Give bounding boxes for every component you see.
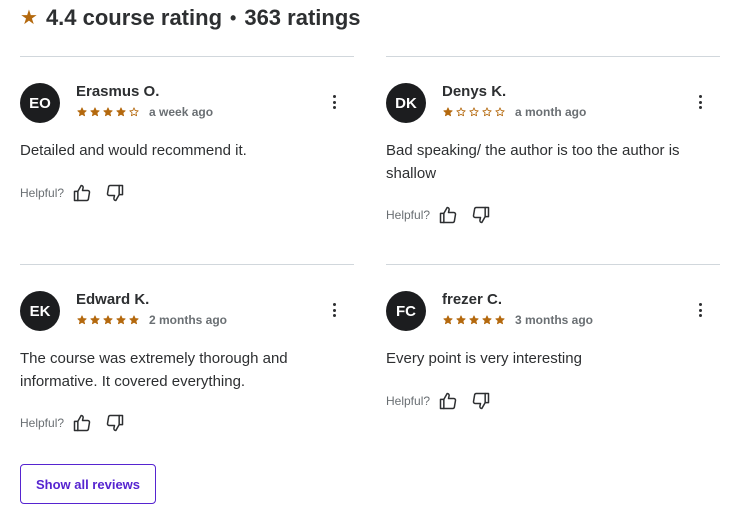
review-date: a week ago bbox=[149, 105, 214, 119]
star-filled-icon bbox=[103, 315, 113, 325]
rating-star-icon: ★ bbox=[20, 7, 38, 29]
helpful-label: Helpful? bbox=[20, 186, 65, 200]
more-options-icon[interactable] bbox=[694, 93, 706, 111]
star-filled-icon bbox=[469, 315, 479, 325]
review-rating-row: a month ago bbox=[443, 105, 586, 119]
helpful-label: Helpful? bbox=[386, 208, 431, 222]
review-card: FC frezer C. 3 months ago Every point is… bbox=[386, 264, 720, 455]
helpful-row: Helpful? bbox=[20, 183, 125, 203]
ratings-count-text: 363 ratings bbox=[244, 5, 361, 30]
star-empty-icon bbox=[456, 107, 466, 117]
star-empty-icon bbox=[482, 107, 492, 117]
star-filled-icon bbox=[77, 315, 87, 325]
separator-dot: • bbox=[230, 7, 237, 28]
review-date: 2 months ago bbox=[149, 313, 228, 327]
review-rating-row: a week ago bbox=[77, 105, 213, 119]
review-card: EK Edward K. 2 months ago The course was… bbox=[20, 264, 354, 455]
star-rating bbox=[77, 315, 139, 325]
avatar: EK bbox=[20, 291, 60, 331]
review-text: Every point is very interesting bbox=[386, 350, 582, 367]
star-rating bbox=[443, 107, 505, 117]
avatar: EO bbox=[20, 83, 60, 123]
thumbs-down-icon[interactable] bbox=[105, 183, 125, 203]
review-date: 3 months ago bbox=[515, 313, 594, 327]
review-text: Bad speaking/ the author is too the auth… bbox=[386, 142, 680, 182]
star-filled-icon bbox=[116, 107, 126, 117]
star-filled-icon bbox=[129, 315, 139, 325]
star-filled-icon bbox=[90, 315, 100, 325]
course-rating-text: 4.4 course rating bbox=[45, 5, 223, 30]
star-filled-icon bbox=[443, 107, 453, 117]
thumbs-down-icon[interactable] bbox=[471, 205, 491, 225]
reviewer-name: Edward K. bbox=[76, 291, 150, 308]
review-rating-row: 2 months ago bbox=[77, 313, 227, 327]
avatar: FC bbox=[386, 291, 426, 331]
star-empty-icon bbox=[129, 107, 139, 117]
review-text: Detailed and would recommend it. bbox=[20, 142, 247, 159]
star-empty-icon bbox=[469, 107, 479, 117]
star-filled-icon bbox=[90, 107, 100, 117]
review-card: DK Denys K. a month ago Bad speaking/ th… bbox=[386, 56, 720, 265]
avatar: DK bbox=[386, 83, 426, 123]
review-card: EO Erasmus O. a week ago Detailed and wo… bbox=[20, 56, 354, 265]
helpful-label: Helpful? bbox=[20, 416, 65, 430]
thumbs-up-icon[interactable] bbox=[72, 413, 92, 433]
course-rating-summary: ★ 4.4 course rating • 363 ratings bbox=[20, 4, 361, 32]
star-filled-icon bbox=[456, 315, 466, 325]
thumbs-up-icon[interactable] bbox=[72, 183, 92, 203]
thumbs-up-icon[interactable] bbox=[438, 391, 458, 411]
star-filled-icon bbox=[443, 315, 453, 325]
review-text: The course was extremely thorough and in… bbox=[20, 350, 288, 390]
star-rating bbox=[77, 107, 139, 117]
reviewer-name: Denys K. bbox=[442, 83, 507, 100]
reviewer-name: frezer C. bbox=[442, 291, 503, 308]
thumbs-up-icon[interactable] bbox=[438, 205, 458, 225]
more-options-icon[interactable] bbox=[694, 301, 706, 319]
reviewer-name: Erasmus O. bbox=[76, 83, 160, 100]
star-filled-icon bbox=[495, 315, 505, 325]
thumbs-down-icon[interactable] bbox=[105, 413, 125, 433]
review-rating-row: 3 months ago bbox=[443, 313, 593, 327]
thumbs-down-icon[interactable] bbox=[471, 391, 491, 411]
star-filled-icon bbox=[77, 107, 87, 117]
show-all-reviews-button[interactable]: Show all reviews bbox=[20, 464, 156, 504]
helpful-row: Helpful? bbox=[386, 391, 491, 411]
more-options-icon[interactable] bbox=[328, 301, 340, 319]
star-empty-icon bbox=[495, 107, 505, 117]
more-options-icon[interactable] bbox=[328, 93, 340, 111]
star-filled-icon bbox=[482, 315, 492, 325]
star-rating bbox=[443, 315, 505, 325]
star-filled-icon bbox=[116, 315, 126, 325]
helpful-label: Helpful? bbox=[386, 394, 431, 408]
helpful-row: Helpful? bbox=[386, 205, 491, 225]
helpful-row: Helpful? bbox=[20, 413, 125, 433]
review-date: a month ago bbox=[515, 105, 587, 119]
star-filled-icon bbox=[103, 107, 113, 117]
